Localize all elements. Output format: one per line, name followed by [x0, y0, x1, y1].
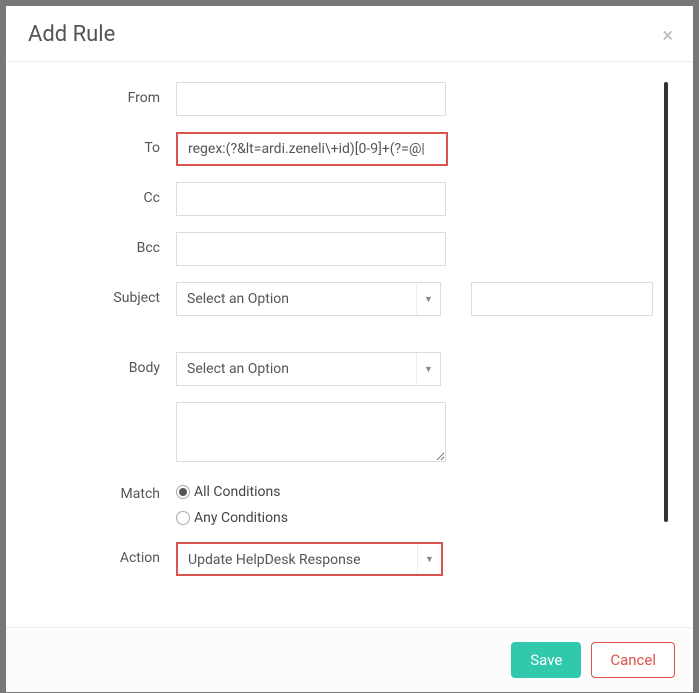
- radio-all-conditions[interactable]: All Conditions: [176, 484, 288, 500]
- modal-body: From To Cc Bcc Subject: [6, 62, 693, 627]
- row-cc: Cc: [26, 182, 653, 216]
- label-from: From: [26, 82, 176, 106]
- add-rule-modal: Add Rule × From To Cc Bcc: [6, 6, 693, 692]
- radio-all-label: All Conditions: [194, 484, 280, 500]
- chevron-down-icon: ▼: [417, 544, 441, 574]
- subject-select-value: Select an Option: [187, 291, 289, 307]
- row-bcc: Bcc: [26, 232, 653, 266]
- label-to: To: [26, 132, 176, 156]
- label-cc: Cc: [26, 182, 176, 206]
- label-action: Action: [26, 542, 176, 566]
- row-body-select: Body Select an Option ▼: [26, 352, 653, 386]
- subject-select[interactable]: Select an Option ▼: [176, 282, 441, 316]
- modal-title: Add Rule: [28, 22, 115, 47]
- scrollbar[interactable]: [664, 82, 668, 522]
- label-subject: Subject: [26, 282, 176, 306]
- row-action: Action Update HelpDesk Response ▼: [26, 542, 653, 576]
- body-textarea[interactable]: [176, 402, 446, 462]
- cancel-button[interactable]: Cancel: [591, 642, 675, 678]
- modal-footer: Save Cancel: [6, 627, 693, 692]
- label-bcc: Bcc: [26, 232, 176, 256]
- cc-input[interactable]: [176, 182, 446, 216]
- chevron-down-icon: ▼: [416, 283, 440, 315]
- from-input[interactable]: [176, 82, 446, 116]
- action-select-value: Update HelpDesk Response: [188, 552, 361, 568]
- chevron-down-icon: ▼: [416, 353, 440, 385]
- close-icon[interactable]: ×: [662, 25, 673, 45]
- label-body: Body: [26, 352, 176, 376]
- row-to: To: [26, 132, 653, 166]
- match-radio-group: All Conditions Any Conditions: [176, 478, 288, 526]
- radio-icon: [176, 485, 190, 499]
- radio-any-conditions[interactable]: Any Conditions: [176, 510, 288, 526]
- row-match: Match All Conditions Any Conditions: [26, 478, 653, 526]
- radio-icon: [176, 511, 190, 525]
- row-from: From: [26, 82, 653, 116]
- subject-text-input[interactable]: [471, 282, 653, 316]
- body-select[interactable]: Select an Option ▼: [176, 352, 441, 386]
- row-subject: Subject Select an Option ▼: [26, 282, 653, 316]
- bcc-input[interactable]: [176, 232, 446, 266]
- save-button[interactable]: Save: [511, 642, 581, 678]
- label-match: Match: [26, 478, 176, 502]
- body-select-value: Select an Option: [187, 361, 289, 377]
- row-body-text: [26, 402, 653, 462]
- to-input[interactable]: [176, 132, 448, 166]
- radio-any-label: Any Conditions: [194, 510, 288, 526]
- modal-header: Add Rule ×: [6, 6, 693, 62]
- action-select[interactable]: Update HelpDesk Response ▼: [176, 542, 443, 576]
